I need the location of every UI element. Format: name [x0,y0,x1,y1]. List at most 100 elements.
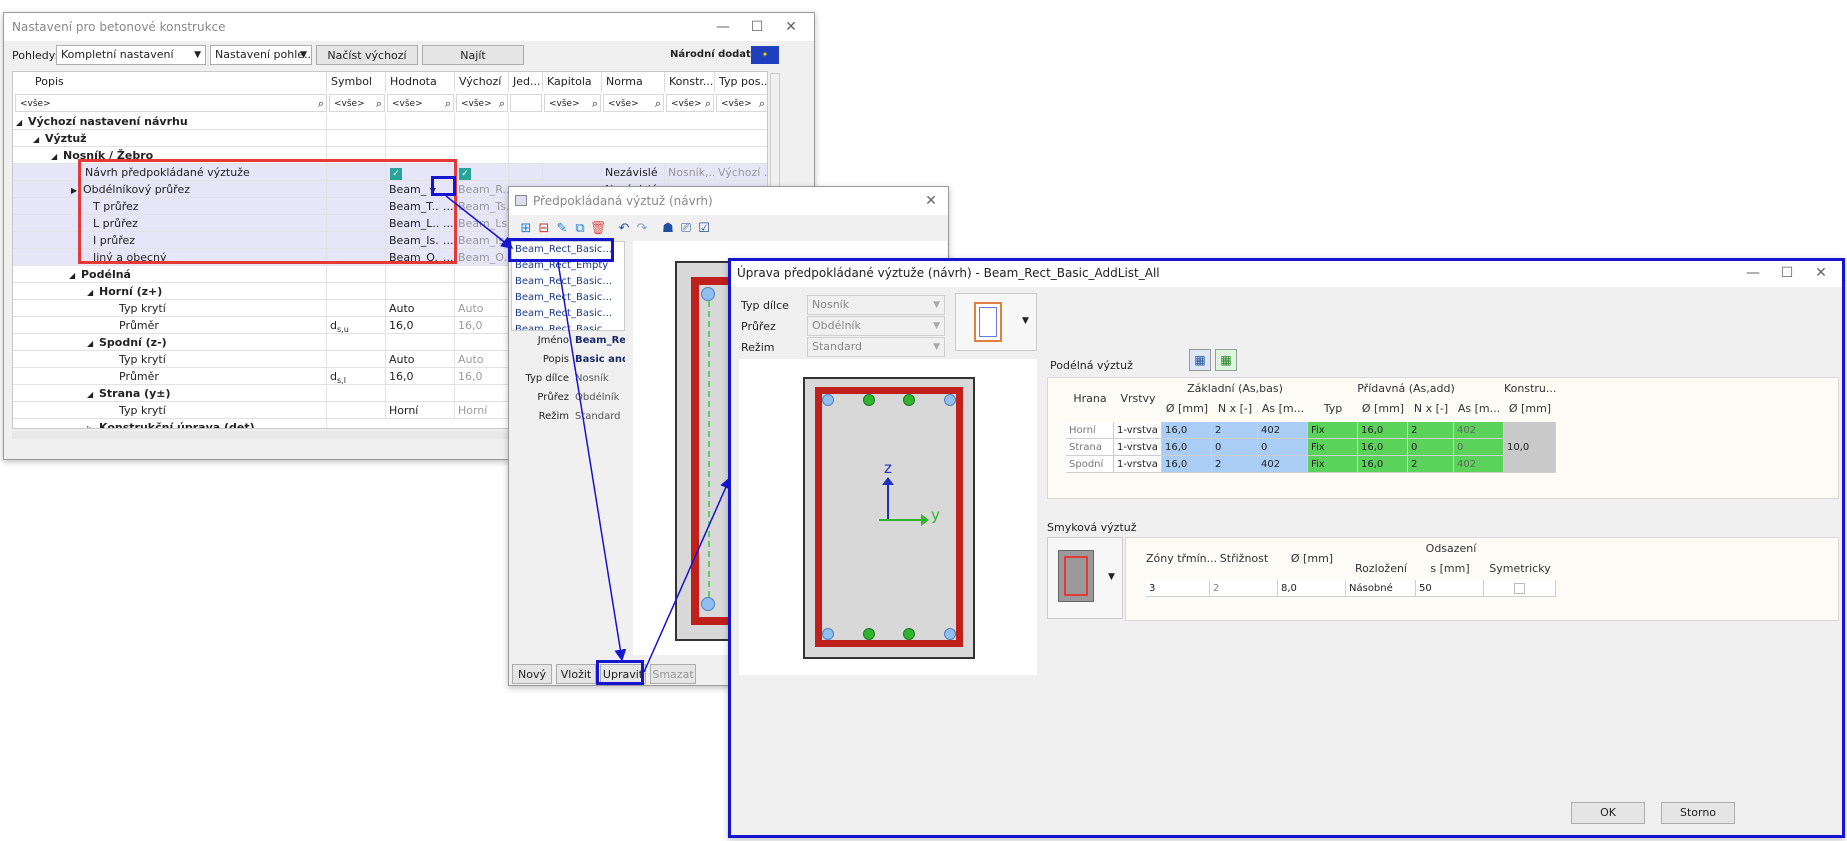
cell [327,351,386,368]
properties-panel: Jméno Beam_Re Popis Basic and Typ dílce … [511,333,625,428]
value-cell[interactable]: 16,0 [386,317,455,334]
highlight-red-box [78,159,457,264]
titlebar: Předpokládaná výztuž (návrh) ✕ [509,187,948,215]
tree-row[interactable]: ◢ Výchozí nastavení návrhu [13,113,767,130]
col-symbol[interactable]: Symbol [327,72,386,92]
norma-cell: Nezávislé [602,164,665,181]
prop-row: Režim Standard [511,409,625,427]
symbol-cell: ds,u [327,317,386,334]
symbol-sub: s,u [336,325,349,334]
col-norma[interactable]: Norma [602,72,665,92]
symbol-text: d [330,319,337,332]
cell [327,300,386,317]
default-cell: ✓ [455,164,509,181]
filter-text: <vše> [549,99,580,109]
toolbar: ⊞ ⊟ ✎ ⧉ 🗑 ↶ ↷ ☗ ⎚ ☑ [509,215,948,239]
row-label: ▷ Konstrukční úprava (det) [13,419,327,428]
filter-popis[interactable]: <vše> ⌕ [15,94,327,112]
value-cell[interactable]: Horní [386,402,455,419]
expand-icon[interactable]: ◢ [87,335,99,351]
maximize-icon[interactable]: ☐ [744,17,770,37]
new-button[interactable]: Nový [512,664,552,684]
label-text: Horní (z+) [99,285,163,298]
insert-button[interactable]: Vložit [556,664,596,684]
filter-konstr[interactable]: <vše> ⌕ [666,94,714,112]
expand-icon[interactable]: ◢ [51,148,63,164]
minimize-icon[interactable]: — [710,17,736,37]
undo-icon[interactable]: ↶ [615,221,633,237]
list-item[interactable]: Beam_Rect_Basic... [512,274,624,290]
check-list-icon[interactable]: ☑ [695,221,713,237]
default-cell: Auto [455,300,509,317]
value-cell[interactable]: Auto [386,300,455,317]
delete-icon[interactable]: 🗑 [589,221,607,237]
filter-hodnota[interactable]: <vše> ⌕ [387,94,454,112]
view-settings-combo[interactable]: Nastavení pohle... ▼ [210,45,312,65]
filter-jednotka[interactable] [510,94,542,112]
open-icon[interactable]: ⎚ [677,221,695,237]
expand-icon[interactable]: ▷ [87,420,99,428]
list-item[interactable]: Beam_Rect_Basic... [512,322,624,330]
row-label: ◢ Výchozí nastavení návrhu [13,113,327,130]
copy-icon[interactable]: ⧉ [571,221,589,237]
filter-symbol[interactable]: <vše> ⌕ [329,94,385,112]
prop-value: Basic and [575,354,625,365]
col-typ[interactable]: Typ pos... [715,72,767,92]
col-popis[interactable]: Popis [31,72,327,92]
load-default-button[interactable]: Načíst výchozí [316,45,418,65]
filter-text: <vše> [461,99,492,109]
col-jednotka[interactable]: Jed... [509,72,543,92]
insert-icon[interactable]: ⊟ [535,221,553,237]
edit-icon[interactable]: ✎ [553,221,571,237]
symbol-text: d [330,370,337,383]
redo-icon[interactable]: ↷ [633,221,651,237]
list-item[interactable]: Beam_Rect_Basic... [512,290,624,306]
row-label: ◢ Podélná [13,266,327,283]
delete-button[interactable]: Smazat [650,664,696,684]
default-cell: Beam_Ts... [455,198,509,215]
chevron-down-icon: ▼ [194,50,201,60]
highlight-dialog-box [728,258,1845,838]
views-combo[interactable]: Kompletní nastavení ▼ [56,45,206,65]
close-icon[interactable]: ✕ [918,191,944,211]
tree-row[interactable]: ◢ Výztuž [13,130,767,147]
expand-icon[interactable]: ◢ [33,131,45,147]
list-item[interactable]: Beam_Rect_Basic... [512,306,624,322]
expand-icon[interactable]: ◢ [69,267,81,283]
expand-icon[interactable]: ◢ [87,284,99,300]
eu-flag-icon[interactable]: ✦ [751,46,779,64]
window-title: Předpokládaná výztuž (návrh) [533,194,713,208]
find-button[interactable]: Najít [422,45,524,65]
filter-text: <vše> [671,99,702,109]
row-label: ◢ Spodní (z-) [13,334,327,351]
chevron-down-icon: ▼ [300,50,307,60]
close-icon[interactable]: ✕ [778,17,804,37]
rebar-blue [701,287,715,301]
expand-icon[interactable]: ◢ [16,114,28,130]
col-kapitola[interactable]: Kapitola [543,72,602,92]
filter-norma[interactable]: <vše> ⌕ [603,94,664,112]
add-icon[interactable]: ⊞ [517,221,535,237]
filter-vychozi[interactable]: <vše> ⌕ [456,94,508,112]
cell [386,334,455,351]
row-label: Průměr [13,368,327,385]
row-label: ◢ Výztuž [13,130,327,147]
value-cell[interactable]: Auto [386,351,455,368]
user-icon[interactable]: ☗ [659,221,677,237]
prop-row: Průřez Obdélník [511,390,625,408]
col-konstr[interactable]: Konstr... [665,72,715,92]
search-icon: ⌕ [704,97,711,110]
filter-typ[interactable]: <vše> ⌕ [716,94,767,112]
chapter-cell [543,164,602,181]
expand-icon[interactable]: ◢ [87,386,99,402]
cell [327,266,386,283]
col-vychozi[interactable]: Výchozí [455,72,509,92]
value-cell[interactable]: 16,0 [386,368,455,385]
label-text: Výchozí nastavení návrhu [28,115,188,128]
col-hodnota[interactable]: Hodnota [386,72,455,92]
views-label: Pohledy: [12,49,59,62]
cell [327,113,386,130]
view-settings-label: Nastavení pohle... [215,48,312,61]
filter-kapitola[interactable]: <vše> ⌕ [544,94,601,112]
dashed-line [708,301,710,597]
